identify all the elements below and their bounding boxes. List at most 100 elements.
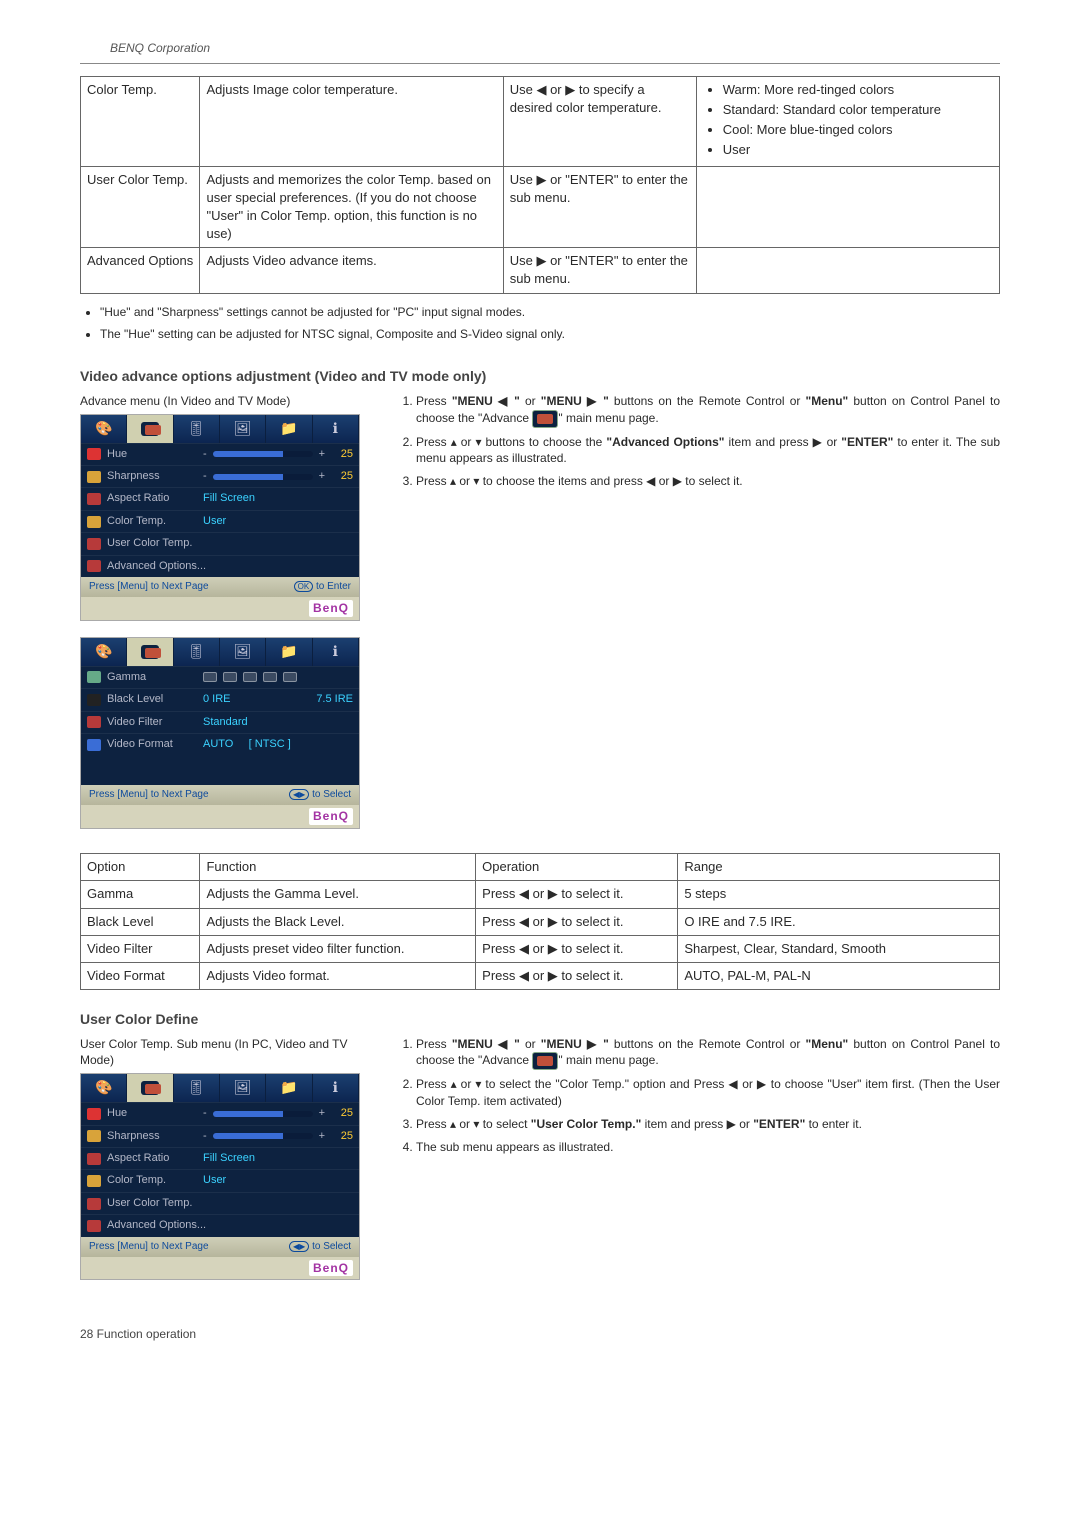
osd3-sharp-label: Sharpness [107,1129,197,1144]
ops-r2-f: Adjusts the Black Level. [200,908,476,935]
note-hue-ntsc: The "Hue" setting can be adjusted for NT… [100,326,1000,343]
page-footer: 28 Function operation [80,1326,1000,1343]
ops-r1-f: Adjusts the Gamma Level. [200,881,476,908]
osd3-hue-label: Hue [107,1106,197,1121]
osd3-tab3-icon: 🎚 [174,1074,220,1102]
ops-r3-f: Adjusts preset video filter function. [200,935,476,962]
osd-black-v2: 7.5 IRE [316,692,353,707]
user-color-define-title: User Color Define [80,1010,1000,1030]
note-hue-sharpness: "Hue" and "Sharpness" settings cannot be… [100,304,1000,321]
osd3-ctemp-value: User [203,1173,226,1188]
osd3-hue-slider [213,1111,313,1117]
corp-name: BENQ Corporation [110,40,1000,57]
osd3-tab4-icon: 🖼 [220,1074,266,1102]
osd3-tab1-icon: 🎨 [81,1074,127,1102]
osd-tab-info-icon: ℹ [313,415,359,443]
ops-r4-op: Press ◀ or ▶ to select it. [476,962,678,989]
osd-black-v1: 0 IRE [203,692,231,707]
range-warm: Warm: More red-tinged colors [723,81,993,99]
ops-r4-f: Adjusts Video format. [200,962,476,989]
osd3-ctemp-label: Color Temp. [107,1173,197,1188]
osd2-tab5-icon: 📁 [266,638,312,666]
osd-ctemp-value: User [203,514,226,529]
osd-advance-menu: 🎨 🎚 🖼 📁 ℹ Hue-+25 Sharpness-+25 Aspect R… [80,414,360,621]
osd-tab-advance-icon [127,415,173,443]
osd-tab-audio-icon: 🎚 [174,415,220,443]
t1r3-operation: Use ▶ or "ENTER" to enter the sub menu. [503,248,696,293]
t1r2-option: User Color Temp. [81,166,200,248]
osd3-footer-right: to Select [312,1241,351,1252]
osd3-uct-label: User Color Temp. [107,1196,353,1211]
range-standard: Standard: Standard color temperature [723,101,993,119]
ops-r4-r: AUTO, PAL-M, PAL-N [678,962,1000,989]
osd2-tab2-icon [127,638,173,666]
osd-tab-picture-icon: 🎨 [81,415,127,443]
vid-step-3: Press ▴ or ▾ to choose the items and pre… [416,473,1000,490]
osd3-aspect-label: Aspect Ratio [107,1151,197,1166]
osd3-adv-label: Advanced Options... [107,1218,353,1233]
th-range: Range [678,854,1000,881]
t1r3-function: Adjusts Video advance items. [200,248,503,293]
ucd-instructions: Press "MENU ◀ " or "MENU ▶ " buttons on … [396,1036,1000,1156]
t1r1-option: Color Temp. [81,76,200,166]
vid-step-2: Press ▴ or ▾ buttons to choose the "Adva… [416,434,1000,468]
osd2-tab6-icon: ℹ [313,638,359,666]
ops-r2-o: Black Level [81,908,200,935]
osd2-tab1-icon: 🎨 [81,638,127,666]
osd-vformat-label: Video Format [107,737,197,752]
ops-r3-op: Press ◀ or ▶ to select it. [476,935,678,962]
ops-r4-o: Video Format [81,962,200,989]
ucd-step-1: Press "MENU ◀ " or "MENU ▶ " buttons on … [416,1036,1000,1071]
osd-adv-label: Advanced Options... [107,559,353,574]
t1r2-range [696,166,999,248]
ops-r1-r: 5 steps [678,881,1000,908]
osd2-footer-left: Press [Menu] to Next Page [89,788,209,802]
osd2-tab4-icon: 🖼 [220,638,266,666]
header-rule [80,63,1000,64]
osd-sharpness-label: Sharpness [107,469,197,484]
osd3-footer-left: Press [Menu] to Next Page [89,1240,209,1254]
t1r2-operation: Use ▶ or "ENTER" to enter the sub menu. [503,166,696,248]
osd-vfilter-value: Standard [203,715,248,730]
osd-gamma-label: Gamma [107,670,197,685]
osd-user-color-temp: 🎨 🎚 🖼 📁 ℹ Hue-+25 Sharpness-+25 Aspect R… [80,1073,360,1280]
ucd-caption: User Color Temp. Sub menu (In PC, Video … [80,1036,360,1070]
osd-tab-pip-icon: 🖼 [220,415,266,443]
osd3-sharp-value: 25 [331,1129,353,1144]
video-advance-instructions: Press "MENU ◀ " or "MENU ▶ " buttons on … [396,393,1000,490]
ucd-step-2: Press ▴ or ▾ to select the "Color Temp."… [416,1076,1000,1110]
ops-r1-op: Press ◀ or ▶ to select it. [476,881,678,908]
osd3-aspect-value: Fill Screen [203,1151,255,1166]
osd-tab-setup-icon: 📁 [266,415,312,443]
ops-r3-o: Video Filter [81,935,200,962]
osd-advanced-options-submenu: 🎨 🎚 🖼 📁 ℹ Gamma Black Level0 IRE7.5 IRE … [80,637,360,829]
ops-r2-r: O IRE and 7.5 IRE. [678,908,1000,935]
osd2-tab3-icon: 🎚 [174,638,220,666]
advance-icon-2 [532,1052,558,1070]
th-operation: Operation [476,854,678,881]
osd-hue-slider [213,451,313,457]
t1r3-range [696,248,999,293]
osd3-tab5-icon: 📁 [266,1074,312,1102]
osd1-footer-right: to Enter [316,581,351,592]
t1r1-operation: Use ◀ or ▶ to specify a desired color te… [503,76,696,166]
osd-hue-value: 25 [331,447,353,462]
osd-black-label: Black Level [107,692,197,707]
advance-icon [532,410,558,428]
osd-aspect-value: Fill Screen [203,491,255,506]
osd-aspect-label: Aspect Ratio [107,491,197,506]
th-function: Function [200,854,476,881]
video-advance-title: Video advance options adjustment (Video … [80,367,1000,387]
osd-sharpness-value: 25 [331,469,353,484]
adjustment-notes: "Hue" and "Sharpness" settings cannot be… [100,304,1000,344]
osd-vformat-value: AUTO [ NTSC ] [203,737,291,752]
t1r3-option: Advanced Options [81,248,200,293]
osd-uct-label: User Color Temp. [107,536,353,551]
osd3-hue-value: 25 [331,1106,353,1121]
th-option: Option [81,854,200,881]
osd-gamma-steps [203,672,297,682]
osd-ctemp-label: Color Temp. [107,514,197,529]
osd1-footer-left: Press [Menu] to Next Page [89,580,209,594]
range-user: User [723,141,993,159]
range-cool: Cool: More blue-tinged colors [723,121,993,139]
